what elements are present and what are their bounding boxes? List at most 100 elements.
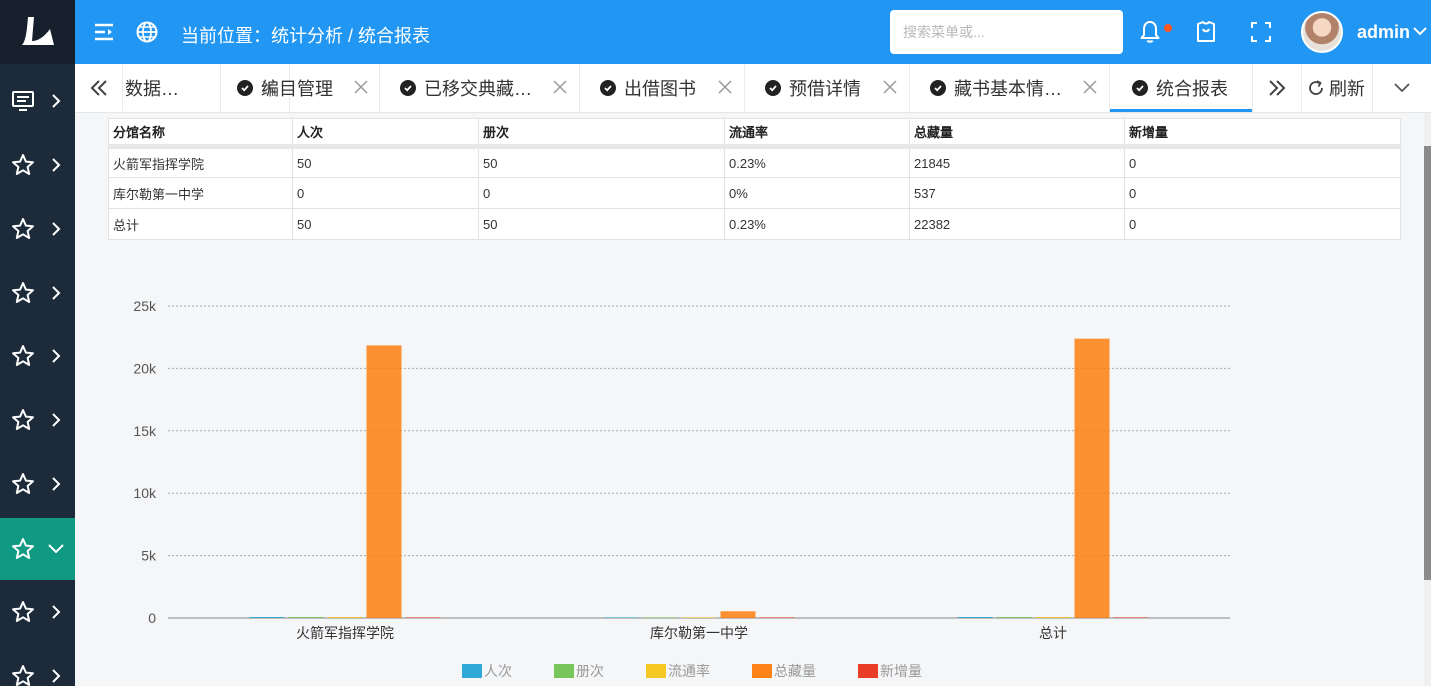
tab-collection-basics[interactable]: 藏书基本情… — [910, 64, 1110, 112]
tab-label: 编目管理 — [261, 79, 333, 99]
username[interactable]: admin — [1357, 22, 1410, 43]
star-icon — [12, 345, 34, 366]
check-circle-icon — [600, 80, 616, 96]
bar — [288, 617, 324, 618]
chevron-right-icon — [52, 605, 61, 619]
column-header[interactable]: 新增量 — [1124, 118, 1401, 149]
bar — [720, 611, 756, 618]
tab-integrated-report[interactable]: 统合报表 — [1110, 64, 1252, 112]
bar — [1035, 617, 1071, 618]
close-icon[interactable] — [353, 79, 369, 95]
column-header[interactable]: 流通率 — [724, 118, 910, 149]
bell-icon[interactable] — [1139, 20, 1161, 44]
chevron-right-icon — [52, 286, 61, 300]
table-cell: 0 — [478, 177, 725, 209]
bar — [1113, 617, 1149, 618]
chevron-right-icon — [52, 222, 61, 236]
table-cell: 0 — [292, 177, 479, 209]
globe-icon[interactable] — [136, 21, 158, 43]
column-header[interactable]: 册次 — [478, 118, 725, 149]
star-icon — [12, 154, 34, 175]
sidebar — [0, 0, 75, 686]
y-tick-label: 20k — [133, 360, 157, 376]
table-cell: 0.23% — [724, 208, 910, 240]
sidebar-item-favorite-1[interactable] — [0, 134, 75, 196]
monitor-list-icon — [12, 91, 34, 111]
chevron-right-icon — [52, 349, 61, 363]
scrollbar-thumb[interactable] — [1424, 146, 1431, 580]
legend-swatch — [646, 664, 666, 678]
sidebar-item-favorite-2[interactable] — [0, 198, 75, 260]
refresh-icon — [1309, 80, 1323, 95]
chevron-down-icon[interactable] — [1412, 26, 1428, 38]
sidebar-item-dashboard[interactable] — [0, 70, 75, 132]
table-cell: 50 — [478, 146, 725, 178]
table-cell: 0 — [1124, 146, 1401, 178]
tab-borrowed-books[interactable]: 出借图书 — [580, 64, 745, 112]
check-circle-icon — [237, 80, 253, 96]
search-menu-input[interactable] — [890, 10, 1123, 54]
table-cell: 总计 — [108, 208, 293, 240]
user-avatar[interactable] — [1301, 11, 1343, 53]
fullscreen-icon[interactable] — [1250, 21, 1272, 43]
column-header[interactable]: 人次 — [292, 118, 479, 149]
refresh-button[interactable]: 刷新 — [1307, 64, 1365, 112]
close-icon[interactable] — [552, 79, 568, 95]
top-header: 当前位置：统计分析 / 统合报表 admin — [75, 0, 1431, 64]
chevron-right-icon — [52, 477, 61, 491]
close-icon[interactable] — [882, 79, 898, 95]
breadcrumb: 当前位置：统计分析 / 统合报表 — [181, 26, 431, 46]
column-header[interactable]: 分馆名称 — [108, 118, 293, 149]
sidebar-item-favorite-4[interactable] — [0, 325, 75, 387]
bar — [603, 617, 639, 618]
tab-transferred-collection[interactable]: 已移交典藏… — [380, 64, 580, 112]
table-row: 总计 50 50 0.23% 22382 0 — [108, 208, 1401, 240]
sidebar-item-favorite-7[interactable] — [0, 581, 75, 643]
menu-fold-icon[interactable] — [93, 21, 115, 43]
close-icon[interactable] — [717, 79, 733, 95]
y-tick-label: 10k — [133, 485, 157, 501]
sidebar-item-favorite-8[interactable] — [0, 645, 75, 686]
tab-options-dropdown[interactable] — [1372, 64, 1431, 112]
check-circle-icon — [1132, 80, 1148, 96]
y-tick-label: 0 — [148, 610, 156, 626]
x-tick-label: 库尔勒第一中学 — [650, 625, 748, 641]
double-chevron-left-icon — [90, 80, 107, 96]
sidebar-item-favorite-5[interactable] — [0, 389, 75, 451]
sidebar-item-favorite-6[interactable] — [0, 453, 75, 515]
star-icon — [12, 409, 34, 430]
bar — [1074, 338, 1110, 618]
check-circle-icon — [930, 80, 946, 96]
bar — [327, 617, 363, 618]
star-icon — [12, 218, 34, 239]
legend-label: 总藏量 — [774, 663, 816, 679]
tab-cataloging[interactable]: 编目管理 — [220, 64, 380, 112]
y-tick-label: 15k — [133, 423, 157, 439]
table-cell: 50 — [292, 146, 479, 178]
tab-reservation-details[interactable]: 预借详情 — [745, 64, 910, 112]
tab-label: 已移交典藏… — [424, 79, 532, 99]
report-table: 分馆名称 人次 册次 流通率 总藏量 新增量 火箭军指挥学院 50 50 0.2… — [108, 118, 1401, 240]
sidebar-item-favorite-3[interactable] — [0, 262, 75, 324]
bar — [957, 617, 993, 618]
bar — [405, 617, 441, 618]
check-circle-icon — [765, 80, 781, 96]
table-cell: 火箭军指挥学院 — [108, 146, 293, 178]
close-icon[interactable] — [1082, 79, 1098, 95]
bar — [996, 617, 1032, 618]
tab-label: 藏书基本情… — [954, 79, 1062, 99]
column-header[interactable]: 总藏量 — [909, 118, 1125, 149]
bar — [759, 617, 795, 618]
skin-theme-icon[interactable] — [1195, 20, 1217, 44]
star-icon — [12, 473, 34, 494]
check-circle-icon — [400, 80, 416, 96]
tab-scroll-right-button[interactable] — [1252, 64, 1302, 112]
star-icon — [12, 282, 34, 303]
legend-swatch — [858, 664, 878, 678]
chevron-right-icon — [52, 158, 61, 172]
sidebar-item-statistics[interactable] — [0, 518, 75, 580]
tab-label: 预借详情 — [789, 79, 861, 99]
star-icon — [12, 601, 34, 622]
table-cell: 537 — [909, 177, 1125, 209]
tab-scroll-left-button[interactable] — [75, 64, 123, 112]
